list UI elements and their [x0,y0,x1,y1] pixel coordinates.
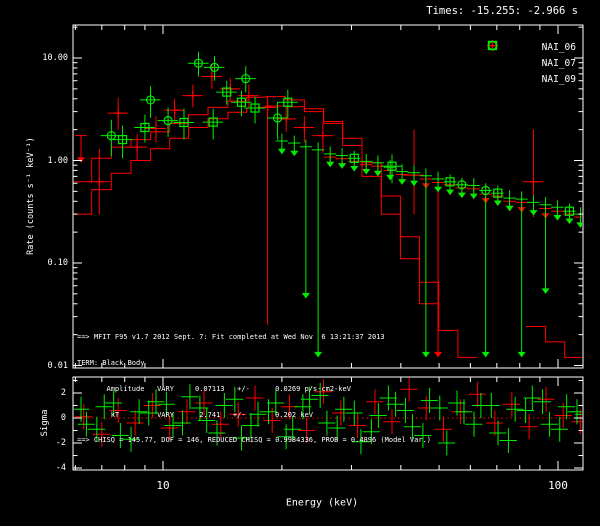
y-tick-label: 1.00 [28,156,68,166]
series-nai_06 [75,65,587,358]
times-label: Times: -15.255: -2.966 s [426,5,578,17]
y-tick-label: 0.10 [28,258,68,268]
legend-item-nai09: NAI_09 [486,71,576,87]
legend-item-nai07: NAI_07 [486,55,576,71]
fit-result-text: ==> MFIT F95 v1.7 2012 Sept. 7: Fit comp… [77,316,431,462]
fit-amplitude-line: Amplitude VARY 0.07113 +/- 0.0269 p/s-cm… [77,385,431,394]
legend-item-nai06: NAI_06 [486,39,576,55]
spectral-fit-window: Times: -15.255: -2.966 s NAI_06 NAI_07 N… [0,0,600,526]
legend-label: NAI_06 [542,42,576,53]
main-panel-data [73,52,587,358]
y-tick-label: 10.00 [28,53,68,63]
legend-label: NAI_07 [542,58,576,69]
series-nai_07 [101,52,587,358]
x-tick-label: 100 [538,479,578,492]
fit-banner-line: ==> MFIT F95 v1.7 2012 Sept. 7: Fit comp… [77,333,431,342]
y-tick-label: 0.01 [28,361,68,371]
sigma-tick-label: 2 [26,388,66,398]
sigma-tick-label: -4 [26,463,66,473]
fit-kt-line: kT VARY 2.741 +/- 0.202 keV [77,411,431,420]
legend-label: NAI_09 [542,74,576,85]
fit-chisq-line: ==> CHISQ = 145.77, DOF = 146, REDUCED C… [77,436,431,445]
square-icon [486,39,499,52]
fit-term-line: TERM: Black Body [77,359,431,368]
x-tick-label: 10 [143,479,183,492]
black-body-model-c [526,327,584,358]
sigma-tick-label: -2 [26,438,66,448]
black-body-model-a [73,97,439,304]
x-axis-title: Energy (keV) [286,498,358,509]
sigma-tick-label: 0 [26,413,66,423]
legend: NAI_06 NAI_07 NAI_09 [486,39,576,87]
